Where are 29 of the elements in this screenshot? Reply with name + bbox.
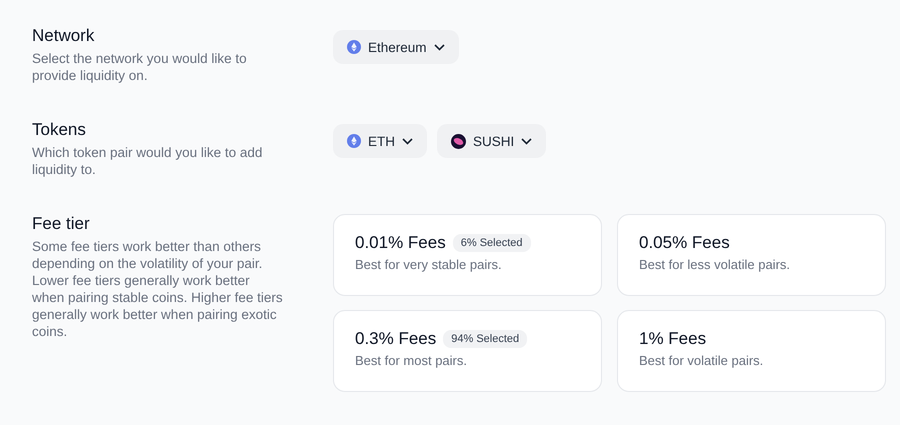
- chevron-down-icon: [434, 44, 445, 50]
- fee-description: Best for less volatile pairs.: [639, 257, 792, 272]
- fee-tier-card[interactable]: 1% Fees Best for volatile pairs.: [617, 310, 886, 392]
- ethereum-icon: [347, 134, 361, 148]
- section-description: Select the network you would like to provide liquidity on.: [32, 50, 248, 84]
- fee-title: 0.3% Fees: [355, 329, 436, 349]
- fee-tier-card[interactable]: 0.05% Fees Best for less volatile pairs.: [617, 214, 886, 296]
- section-title: Tokens: [32, 120, 87, 140]
- selected-badge: 6% Selected: [452, 234, 530, 252]
- fee-description: Best for volatile pairs.: [639, 353, 764, 368]
- chevron-down-icon: [402, 138, 413, 144]
- selected-badge: 94% Selected: [443, 330, 528, 348]
- token-dropdown[interactable]: SUSHI: [437, 124, 546, 158]
- fee-title: 1% Fees: [639, 329, 706, 349]
- section-title: Fee tier: [32, 214, 91, 234]
- section-description: Which token pair would you like to add liquidity to.: [32, 144, 264, 178]
- token-dropdown[interactable]: ETH: [333, 124, 427, 158]
- fee-description: Best for very stable pairs.: [355, 257, 503, 272]
- section-title: Network: [32, 26, 96, 46]
- fee-description: Best for most pairs.: [355, 353, 468, 368]
- token-dropdown[interactable]: Ethereum: [333, 30, 459, 64]
- fee-title: 0.01% Fees: [355, 233, 446, 253]
- fee-tier-card[interactable]: 0.01% Fees 6% Selected Best for very stable pairs.: [333, 214, 602, 296]
- ethereum-icon: [347, 40, 361, 54]
- chevron-down-icon: [521, 138, 532, 144]
- fee-tier-card[interactable]: 0.3% Fees 94% Selected Best for most pairs.: [333, 310, 602, 392]
- section-description: Some fee tiers work better than others depending on the volatility of your pair. Lower fee tiers generally work better when pairing stable coins. Higher fee tiers generally work better when pairing exotic coins.: [32, 238, 283, 340]
- fee-title: 0.05% Fees: [639, 233, 730, 253]
- token-icon: [451, 134, 466, 148]
